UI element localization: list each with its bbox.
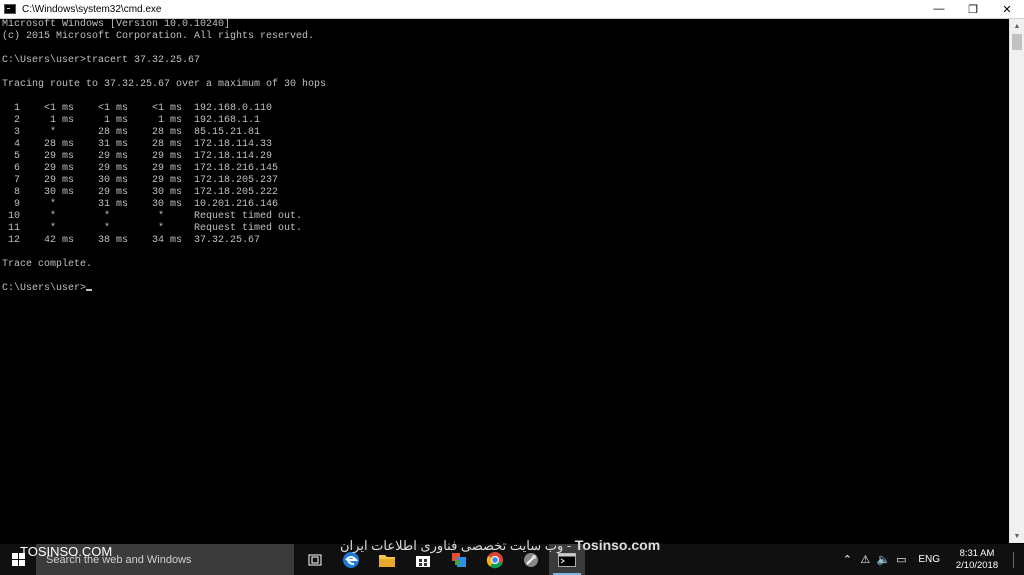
- action-center-icon: [1013, 551, 1014, 568]
- console-output[interactable]: Microsoft Windows [Version 10.0.10240] (…: [0, 19, 1009, 543]
- clock[interactable]: 8:31 AM 2/10/2018: [948, 548, 1006, 572]
- close-icon: ✕: [1002, 3, 1012, 16]
- watermark-left: TOSINSO.COM: [20, 544, 113, 559]
- scrollbar-thumb[interactable]: [1012, 34, 1022, 50]
- notification-icon-chat[interactable]: ▭: [892, 553, 910, 566]
- show-hidden-icons-chevron-icon[interactable]: ⌃: [838, 553, 856, 566]
- window-title: C:\Windows\system32\cmd.exe: [22, 3, 162, 15]
- scroll-down-icon[interactable]: ▼: [1010, 529, 1024, 543]
- task-view-button[interactable]: [297, 544, 333, 575]
- command-prompt: C:\Users\user>: [2, 283, 87, 294]
- restore-icon: ❐: [968, 3, 978, 16]
- language-indicator[interactable]: ENG: [918, 554, 940, 565]
- watermark-rtl-text: وب سایت تخصصی فناوری اطلاعات ایران -: [340, 538, 575, 553]
- watermark-brand: Tosinso.com: [574, 537, 661, 553]
- text-cursor: [86, 289, 93, 291]
- clock-date: 2/10/2018: [955, 559, 999, 571]
- action-center-button[interactable]: [1006, 544, 1024, 575]
- cmd-icon: [558, 552, 576, 567]
- volume-icon[interactable]: 🔈: [874, 553, 892, 566]
- console-text: Microsoft Windows [Version 10.0.10240] (…: [2, 19, 327, 270]
- task-view-icon: [308, 554, 322, 565]
- close-button[interactable]: ✕: [990, 0, 1024, 18]
- minimize-button[interactable]: —: [922, 0, 956, 18]
- cmd-app-icon[interactable]: [4, 4, 16, 14]
- watermark-center: وب سایت تخصصی فناوری اطلاعات ایران - Tos…: [340, 537, 660, 554]
- system-tray: ⌃ ⚠ 🔈 ▭ ENG 8:31 AM 2/10/2018: [838, 544, 1024, 575]
- scroll-up-icon[interactable]: ▲: [1010, 19, 1024, 33]
- clock-time: 8:31 AM: [959, 547, 995, 559]
- network-icon[interactable]: ⚠: [856, 553, 874, 566]
- restore-button[interactable]: ❐: [956, 0, 990, 18]
- title-bar: C:\Windows\system32\cmd.exe — ❐ ✕: [0, 0, 1024, 19]
- minimize-icon: —: [933, 3, 945, 15]
- vertical-scrollbar[interactable]: ▲ ▼: [1009, 19, 1024, 543]
- taskbar: Search the web and Windows TOSINSO.COM و…: [0, 537, 1024, 575]
